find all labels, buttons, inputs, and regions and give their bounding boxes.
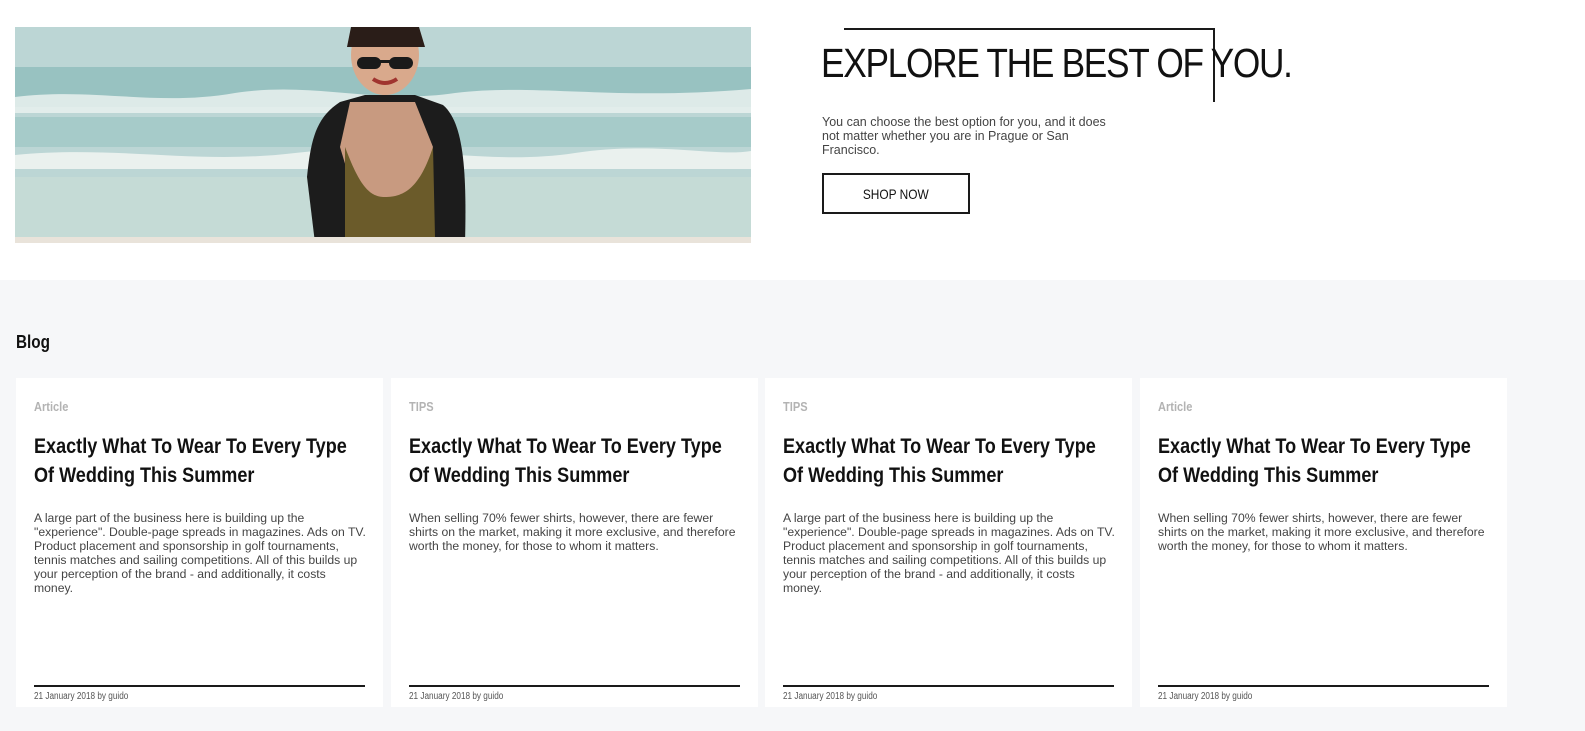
blog-card[interactable]: Article Exactly What To Wear To Every Ty… <box>16 378 383 707</box>
hero-title: EXPLORE THE BEST OF YOU. <box>821 40 1293 86</box>
card-excerpt: A large part of the business here is bui… <box>34 511 366 595</box>
blog-card[interactable]: TIPS Exactly What To Wear To Every Type … <box>391 378 758 707</box>
card-divider <box>409 685 740 687</box>
card-category: Article <box>34 399 69 414</box>
card-meta: 21 January 2018 by guido <box>34 691 129 702</box>
hero-image <box>15 27 751 243</box>
card-category: Article <box>1158 399 1193 414</box>
blog-section: Blog Article Exactly What To Wear To Eve… <box>0 280 1585 731</box>
hero-description: You can choose the best option for you, … <box>822 115 1106 157</box>
card-title-link[interactable]: Exactly What To Wear To Every Type Of We… <box>409 432 741 490</box>
card-meta: 21 January 2018 by guido <box>409 691 504 702</box>
blog-card[interactable]: TIPS Exactly What To Wear To Every Type … <box>765 378 1132 707</box>
card-category: TIPS <box>409 399 434 414</box>
card-title-link[interactable]: Exactly What To Wear To Every Type Of We… <box>1158 432 1490 490</box>
shop-now-button[interactable]: SHOP NOW <box>822 173 970 214</box>
card-title-link[interactable]: Exactly What To Wear To Every Type Of We… <box>34 432 366 490</box>
beach-photo <box>15 27 751 243</box>
card-excerpt: A large part of the business here is bui… <box>783 511 1115 595</box>
card-title-link[interactable]: Exactly What To Wear To Every Type Of We… <box>783 432 1115 490</box>
card-excerpt: When selling 70% fewer shirts, however, … <box>1158 511 1485 553</box>
card-divider <box>34 685 365 687</box>
card-excerpt: When selling 70% fewer shirts, however, … <box>409 511 736 553</box>
hero-section: EXPLORE THE BEST OF YOU. You can choose … <box>0 0 1585 283</box>
blog-card[interactable]: Article Exactly What To Wear To Every Ty… <box>1140 378 1507 707</box>
card-meta: 21 January 2018 by guido <box>783 691 878 702</box>
shop-now-label: SHOP NOW <box>863 185 929 202</box>
card-divider <box>783 685 1114 687</box>
blog-heading: Blog <box>16 332 50 352</box>
card-meta: 21 January 2018 by guido <box>1158 691 1253 702</box>
card-category: TIPS <box>783 399 808 414</box>
card-divider <box>1158 685 1489 687</box>
